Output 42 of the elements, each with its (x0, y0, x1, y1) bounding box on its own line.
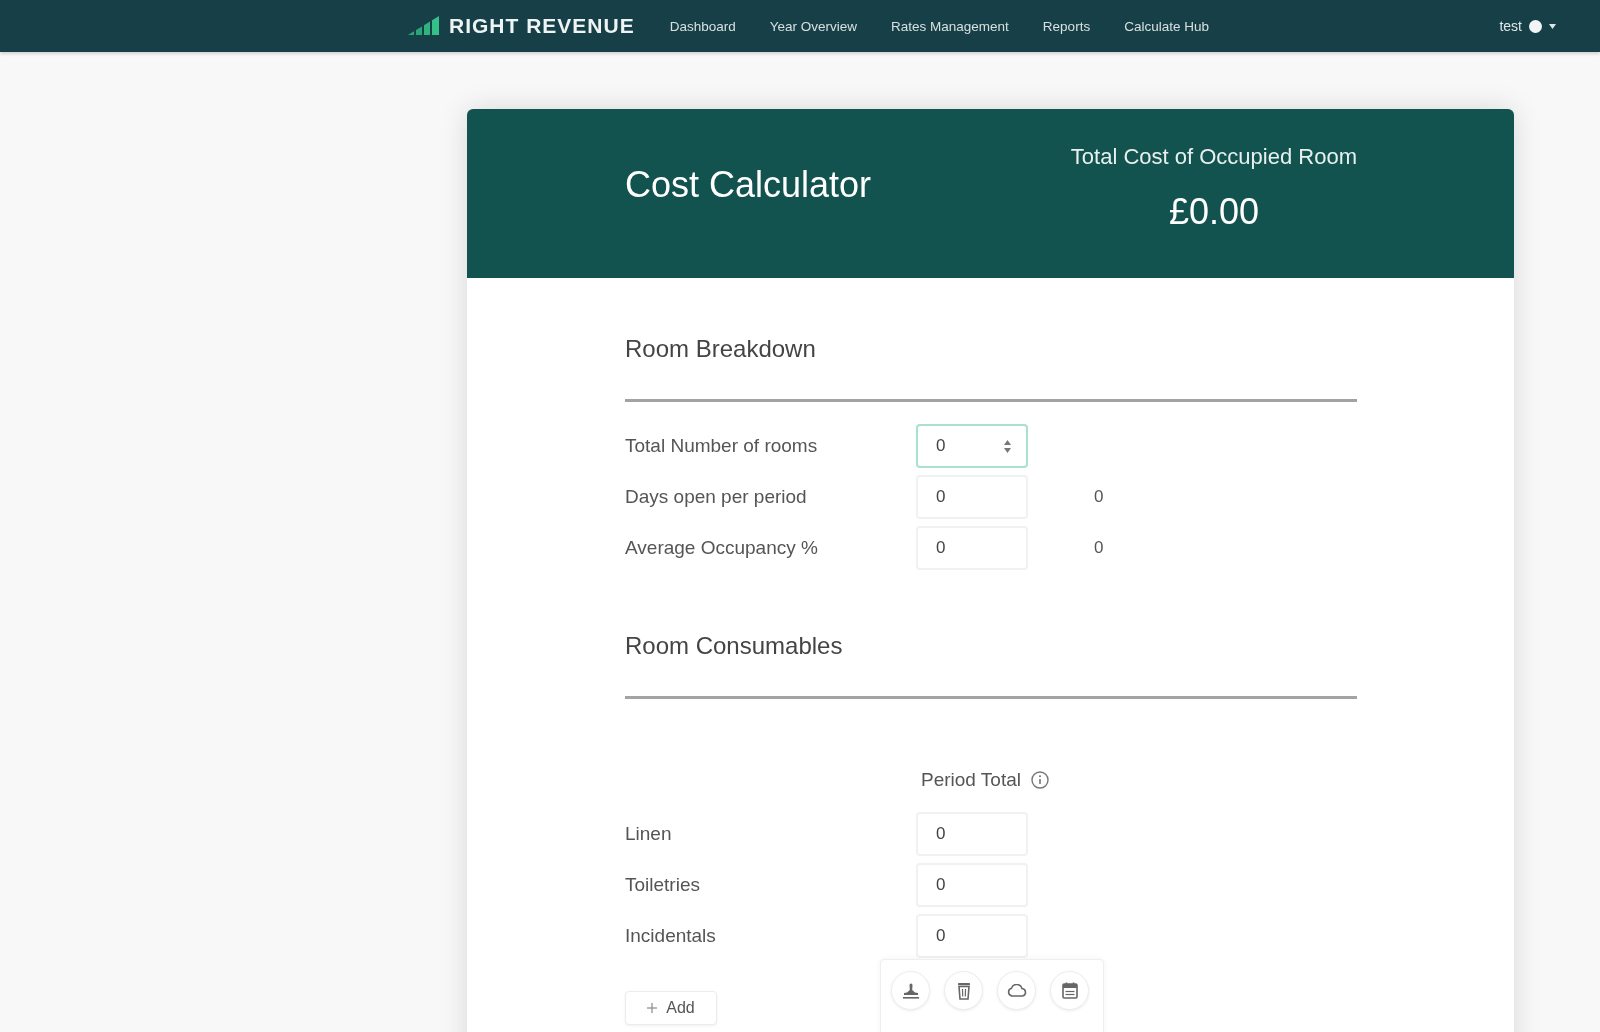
user-menu-button[interactable]: test (1499, 18, 1556, 34)
plus-icon (647, 1003, 658, 1014)
number-field[interactable]: 0 (916, 474, 1028, 519)
field-label: Total Number of rooms (625, 434, 819, 457)
calendar-icon (1061, 982, 1078, 999)
nav-link[interactable]: Calculate Hub (1124, 18, 1209, 34)
total-cost-label: Total Cost of Occupied Room (1070, 144, 1357, 171)
computed-value: 0 (1094, 486, 1104, 507)
nav-link[interactable]: Dashboard (669, 18, 736, 34)
spinner-icon[interactable] (1004, 439, 1011, 453)
nav-link[interactable]: Year Overview (769, 18, 858, 34)
trash-icon (956, 981, 971, 1000)
add-button[interactable]: Add (625, 991, 717, 1026)
cloud-button[interactable] (997, 971, 1036, 1010)
stamp-icon (901, 982, 920, 999)
nav-link[interactable]: Reports (1042, 18, 1091, 34)
number-field[interactable]: 0 (916, 863, 1028, 908)
field-label: Days open per period (625, 485, 808, 508)
avatar-icon (1529, 19, 1542, 33)
section-title: Room Consumables (625, 631, 844, 661)
computed-value: 0 (1094, 537, 1104, 558)
field-label: Linen (625, 823, 673, 846)
info-icon[interactable] (1031, 771, 1049, 789)
number-field[interactable]: 0 (916, 914, 1028, 959)
stamp-button[interactable] (891, 971, 930, 1010)
delete-button[interactable] (944, 971, 983, 1010)
cloud-icon (1006, 984, 1027, 997)
calendar-button[interactable] (1050, 971, 1089, 1010)
caret-icon (1549, 23, 1556, 29)
calculator-title: Cost Calculator (625, 163, 872, 207)
field-label: Incidentals (625, 925, 717, 948)
number-field[interactable]: 0 (916, 812, 1028, 857)
rising-bars-icon (408, 15, 439, 35)
nav-link[interactable]: Rates Management (891, 18, 1009, 34)
number-field[interactable]: 0 (916, 423, 1028, 468)
column-header: Period Total (921, 768, 1021, 792)
total-cost-value: £0.00 (1167, 190, 1260, 234)
field-label: Average Occupancy % (625, 536, 819, 559)
field-label: Toiletries (625, 874, 701, 897)
number-field[interactable]: 0 (916, 525, 1028, 570)
brand-name[interactable]: RIGHT REVENUE (449, 14, 635, 38)
section-title: Room Breakdown (625, 335, 817, 364)
